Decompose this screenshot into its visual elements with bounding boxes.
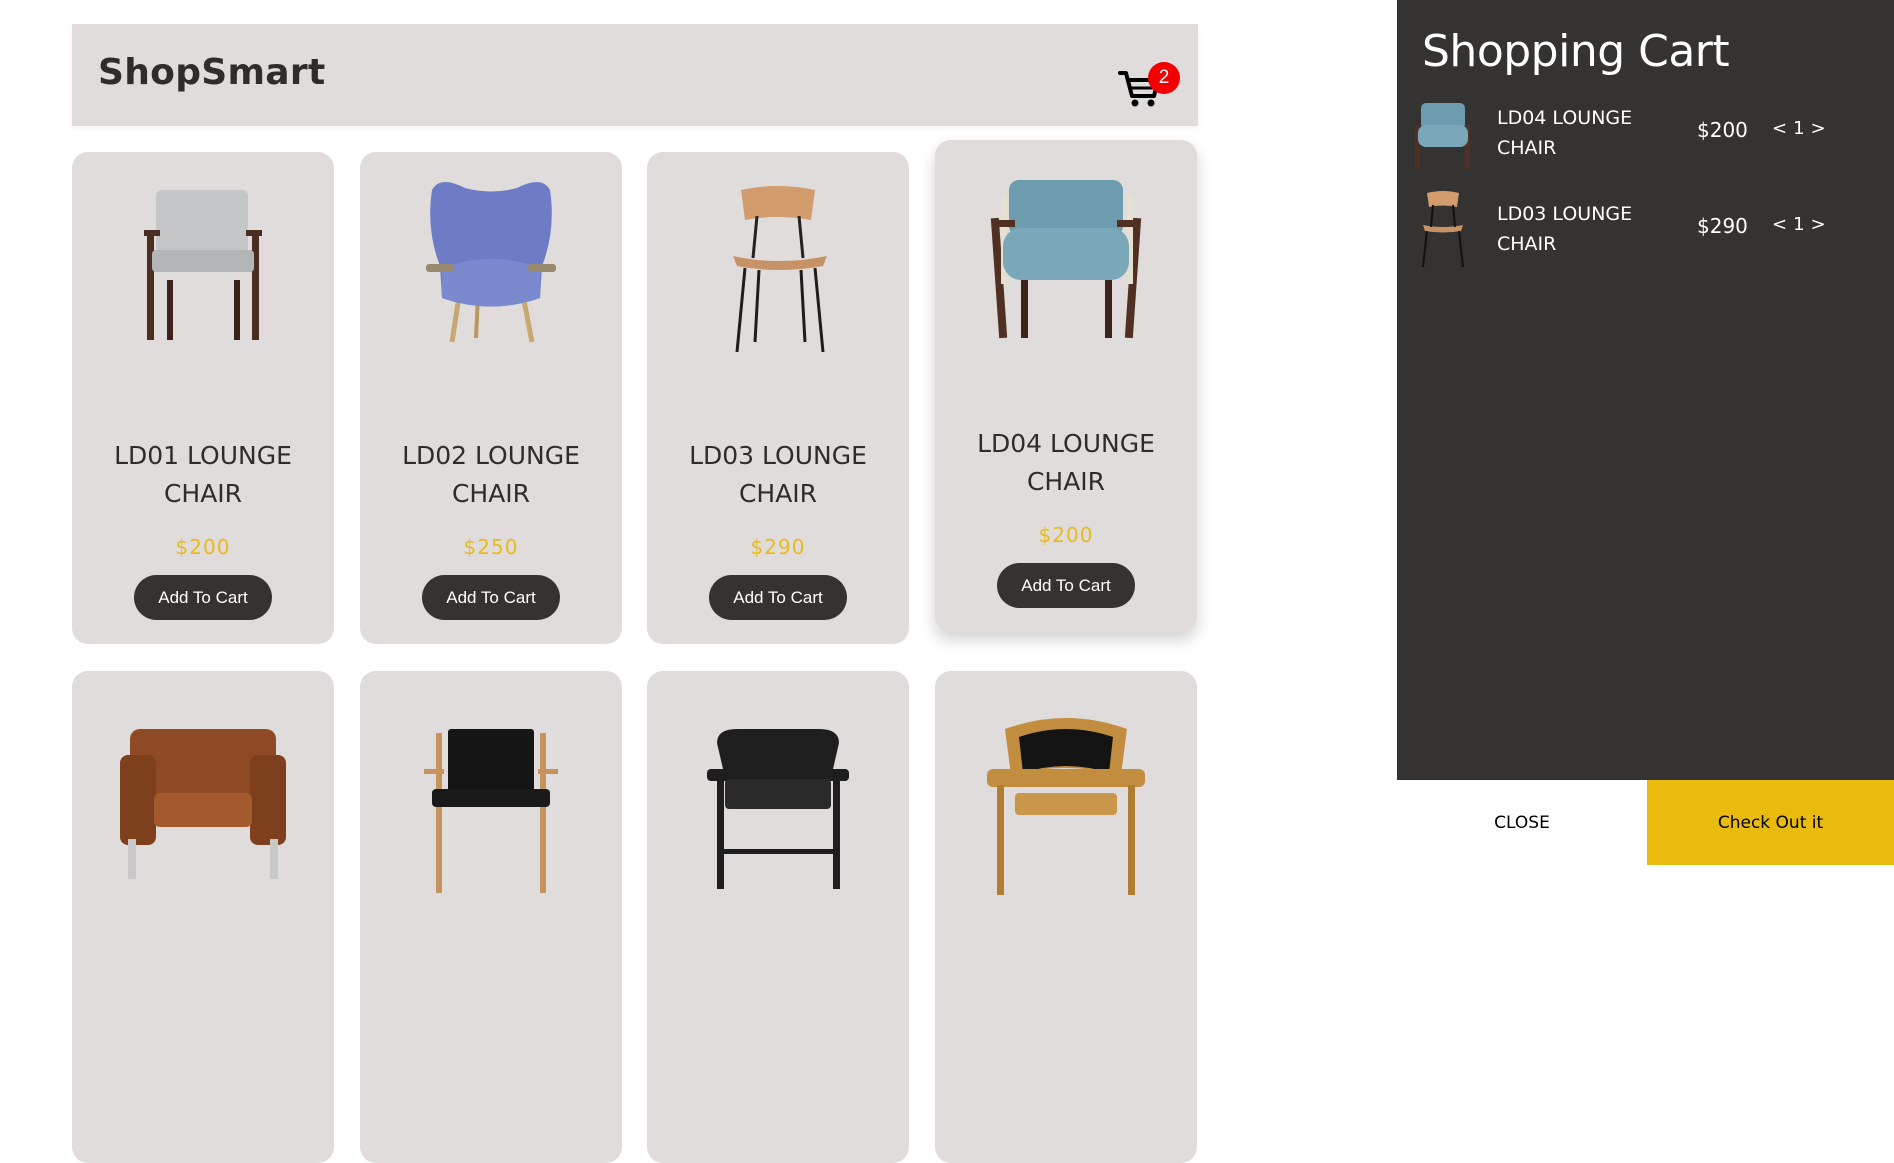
product-price: $200 — [1038, 523, 1094, 547]
product-name: LD02 LOUNGE CHAIR — [402, 441, 580, 508]
checkout-button[interactable]: Check Out it — [1647, 780, 1894, 865]
cart-item: LD03 LOUNGE CHAIR $290 < 1 > — [1397, 191, 1894, 279]
product-card — [647, 671, 909, 1163]
product-image — [733, 186, 827, 353]
increase-quantity-button[interactable]: > — [1811, 214, 1826, 235]
product-price: $200 — [175, 535, 231, 559]
brand-logo[interactable]: ShopSmart — [98, 52, 325, 93]
product-card: LD03 LOUNGE CHAIR $290 Add To Cart — [647, 152, 909, 644]
cart-item-price: $200 — [1697, 118, 1748, 142]
quantity-value: 1 — [1793, 118, 1805, 139]
product-card — [360, 671, 622, 1163]
cart-item: LD04 LOUNGE CHAIR $200 < 1 > — [1397, 103, 1894, 183]
add-to-cart-button[interactable]: Add To Cart — [709, 575, 847, 620]
site-header: ShopSmart 2 — [72, 24, 1198, 126]
add-to-cart-button[interactable]: Add To Cart — [134, 575, 272, 620]
product-card: LD01 LOUNGE CHAIR $200 Add To Cart — [72, 152, 334, 644]
product-card — [72, 671, 334, 1163]
product-name: LD04 LOUNGE CHAIR — [977, 429, 1155, 496]
decrease-quantity-button[interactable]: < — [1772, 118, 1787, 139]
cart-item-name: LD04 LOUNGE CHAIR — [1497, 107, 1633, 159]
quantity-stepper: < 1 > — [1772, 118, 1826, 139]
product-card — [935, 671, 1197, 1163]
product-image — [707, 729, 849, 889]
add-to-cart-button[interactable]: Add To Cart — [997, 563, 1135, 608]
cart-title: Shopping Cart — [1422, 26, 1730, 77]
product-image — [990, 180, 1142, 339]
add-to-cart-button[interactable]: Add To Cart — [422, 575, 560, 620]
cart-button[interactable]: 2 — [1118, 48, 1180, 108]
cart-item-name: LD03 LOUNGE CHAIR — [1497, 203, 1633, 255]
quantity-value: 1 — [1793, 214, 1805, 235]
cart-item-image — [1415, 103, 1470, 169]
cart-count-badge: 2 — [1148, 62, 1180, 94]
cart-item-image — [1422, 191, 1464, 268]
product-card: LD04 LOUNGE CHAIR $200 Add To Cart — [935, 140, 1197, 632]
cart-panel: Shopping Cart LD04 LOUNGE CHAIR $200 < 1… — [1397, 0, 1894, 865]
product-image — [426, 181, 556, 343]
increase-quantity-button[interactable]: > — [1811, 118, 1826, 139]
product-price: $250 — [463, 535, 519, 559]
quantity-stepper: < 1 > — [1772, 214, 1826, 235]
product-image — [120, 729, 286, 879]
product-name: LD03 LOUNGE CHAIR — [689, 441, 867, 508]
decrease-quantity-button[interactable]: < — [1772, 214, 1787, 235]
product-image — [424, 729, 558, 893]
cart-item-price: $290 — [1697, 214, 1748, 238]
product-image — [144, 190, 262, 340]
close-cart-button[interactable]: CLOSE — [1397, 780, 1647, 865]
product-name: LD01 LOUNGE CHAIR — [114, 441, 292, 508]
product-image — [987, 718, 1145, 895]
product-card: LD02 LOUNGE CHAIR $250 Add To Cart — [360, 152, 622, 644]
product-price: $290 — [750, 535, 806, 559]
